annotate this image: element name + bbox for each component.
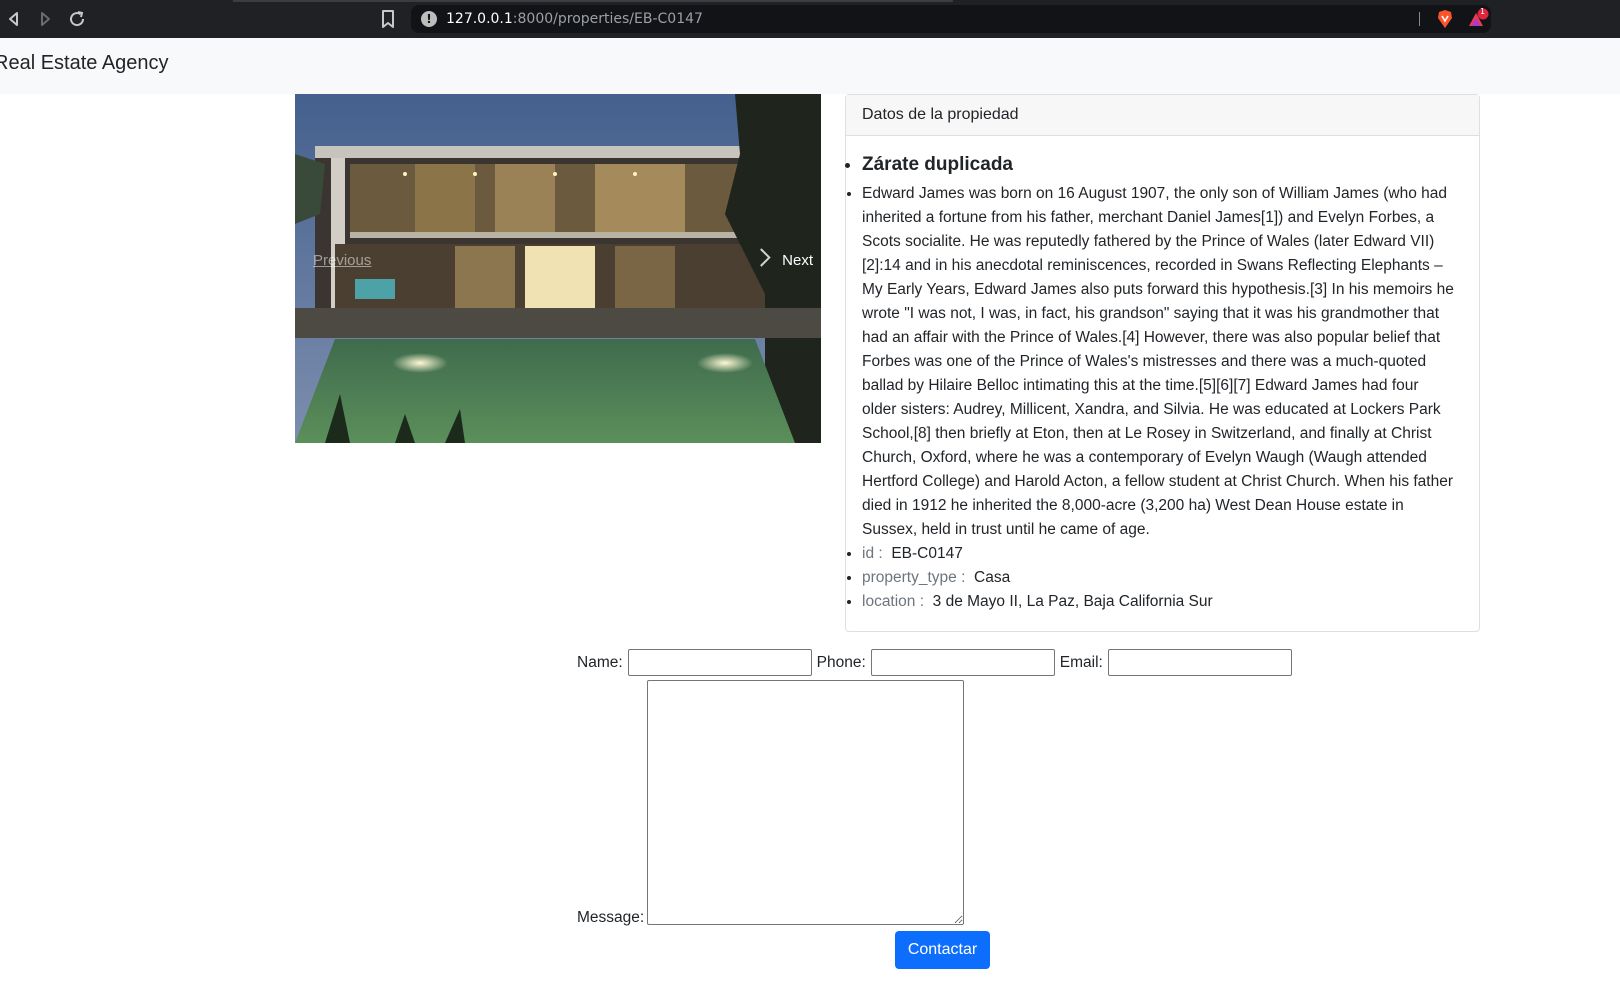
attribute-value: EB-C0147 [891, 545, 963, 562]
bookmark-icon[interactable] [378, 8, 398, 30]
attribute-value: 3 de Mayo II, La Paz, Baja California Su… [932, 593, 1213, 610]
carousel-previous-button[interactable]: Previous [313, 252, 371, 269]
browser-toolbar: ! 127.0.0.1:8000/properties/EB-C0147 1 [0, 0, 1620, 38]
property-details-card: Datos de la propiedad Zárate duplicada E… [845, 94, 1480, 632]
brave-rewards-icon[interactable]: 1 [1467, 7, 1489, 30]
card-header: Datos de la propiedad [846, 95, 1479, 136]
property-description: Edward James was born on 16 August 1907,… [862, 182, 1456, 542]
url-host: 127.0.0.1 [446, 11, 513, 27]
message-field[interactable] [647, 680, 964, 925]
attribute-value: Casa [974, 569, 1011, 586]
attribute-location: location : 3 de Mayo II, La Paz, Baja Ca… [862, 590, 1479, 614]
attribute-property-type: property_type : Casa [862, 566, 1479, 590]
name-label: Name: [577, 653, 623, 671]
address-bar-divider [1419, 12, 1420, 26]
property-image-carousel: Previous Next [295, 94, 821, 443]
property-photo [295, 94, 821, 443]
attribute-key: property_type : [862, 569, 966, 586]
email-field[interactable] [1107, 649, 1292, 676]
reload-icon[interactable] [65, 7, 89, 31]
address-bar[interactable]: ! 127.0.0.1:8000/properties/EB-C0147 1 [411, 5, 1491, 33]
message-label: Message: [577, 909, 645, 926]
property-details-list: Zárate duplicada Edward James was born o… [846, 151, 1479, 614]
phone-label: Phone: [816, 653, 866, 671]
tabstrip-divider [233, 0, 953, 2]
attribute-key: location : [862, 593, 925, 610]
phone-field[interactable] [870, 649, 1055, 676]
rewards-badge-count: 1 [1480, 7, 1486, 16]
attribute-key: id : [862, 545, 883, 562]
contact-submit-button[interactable]: Contactar [895, 931, 990, 969]
property-title: Zárate duplicada [862, 151, 1479, 179]
carousel-next-label: Next [782, 252, 813, 269]
site-info-icon[interactable]: ! [421, 11, 437, 27]
brand-link[interactable]: Real Estate Agency [0, 52, 169, 75]
url-path: :8000/properties/EB-C0147 [512, 11, 703, 27]
name-field[interactable] [627, 649, 812, 676]
contact-form-row: Name: Phone: Email: [577, 649, 1297, 676]
navbar: Real Estate Agency [0, 38, 1620, 94]
back-arrow-icon[interactable] [2, 7, 26, 31]
carousel-next-button[interactable]: Next [752, 248, 813, 269]
brave-shield-icon[interactable] [1435, 9, 1455, 29]
chevron-right-icon [752, 248, 771, 267]
forward-arrow-icon[interactable] [33, 7, 57, 31]
email-label: Email: [1059, 653, 1103, 671]
attribute-id: id : EB-C0147 [862, 542, 1479, 566]
